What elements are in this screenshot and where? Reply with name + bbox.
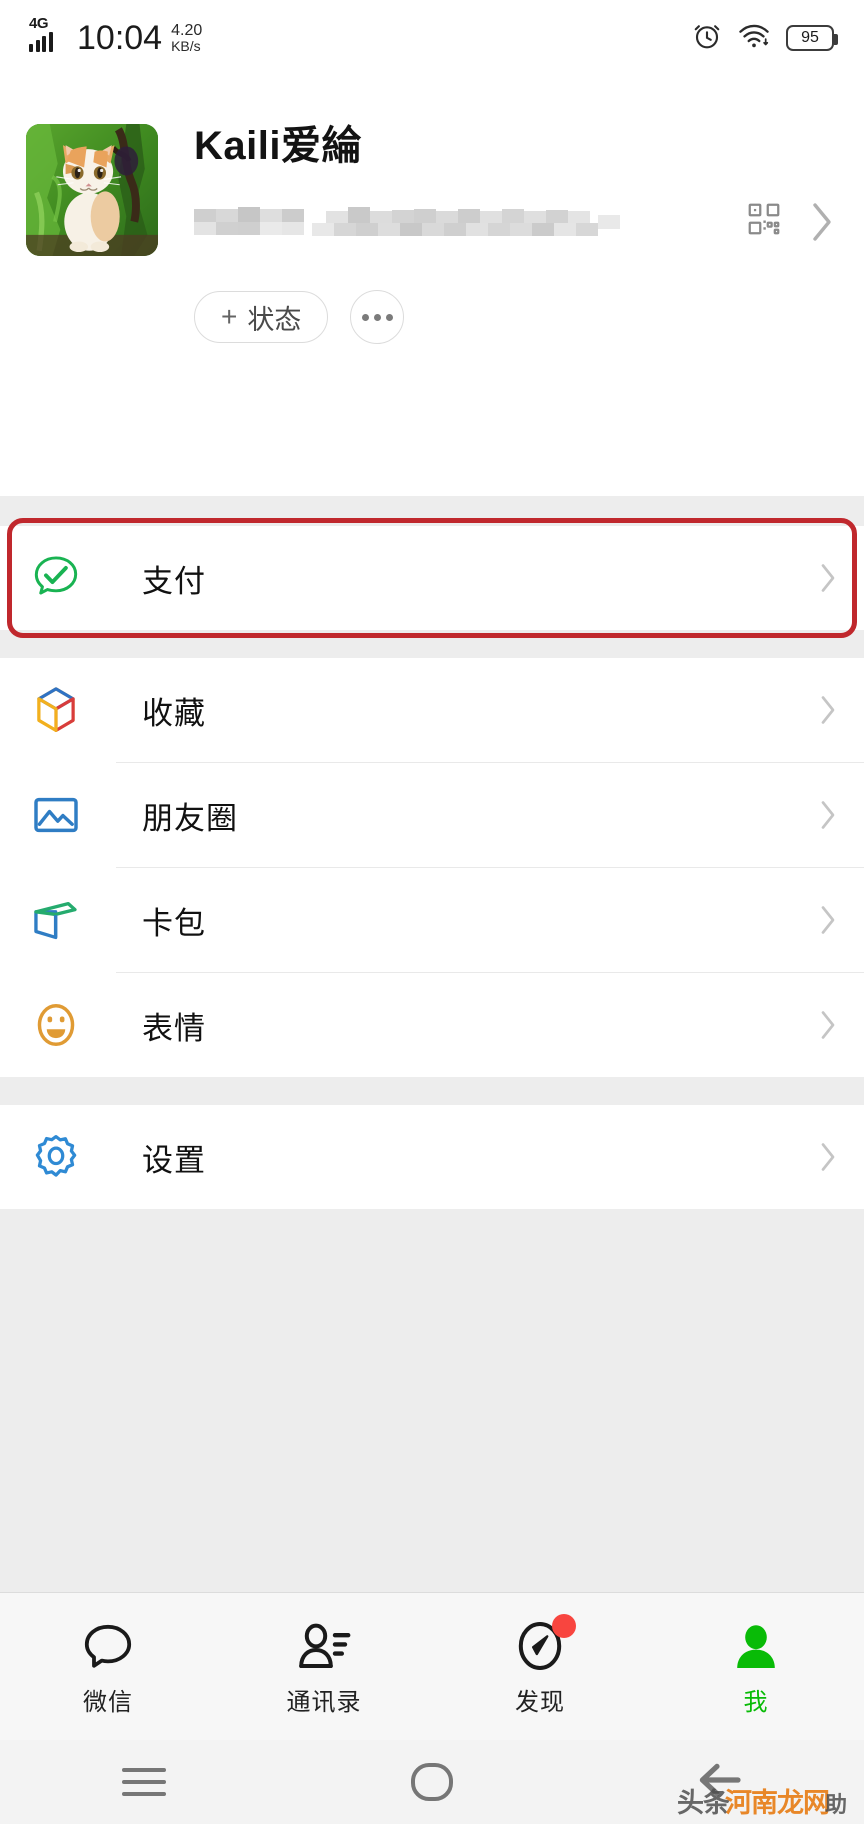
- watermark-part3: 助: [824, 1792, 847, 1817]
- contacts-icon: [296, 1616, 352, 1672]
- nav-home-button[interactable]: [372, 1763, 492, 1801]
- bottom-tab-bar: 微信 通讯录 发现 我: [0, 1592, 864, 1740]
- cards-wallet-icon: [26, 895, 86, 945]
- moments-photo-icon: [26, 790, 86, 840]
- tab-me-label: 我: [743, 1689, 769, 1716]
- menu-item-pay-label: 支付: [142, 563, 206, 599]
- chevron-right-icon: [814, 903, 838, 937]
- tab-contacts-label: 通讯录: [286, 1689, 362, 1716]
- chevron-right-icon[interactable]: [808, 200, 838, 244]
- menu-item-favorites-label: 收藏: [142, 695, 206, 731]
- qrcode-icon[interactable]: [746, 201, 782, 242]
- wechat-pay-icon: [26, 552, 86, 604]
- chevron-right-icon: [814, 693, 838, 727]
- tab-discover[interactable]: 发现: [432, 1614, 648, 1717]
- status-button-label: 状态: [247, 304, 302, 335]
- battery-icon: 95: [786, 25, 838, 51]
- menu-group-settings: 设置: [0, 1105, 864, 1209]
- watermark-part1: 头条: [676, 1788, 730, 1818]
- profile-row: Kaili爱綸: [26, 124, 838, 256]
- status-bar-left: 4G 10:04 4.20 KB/s: [28, 15, 203, 58]
- menu-lines-icon: [122, 1768, 166, 1796]
- stickers-smiley-icon: [26, 1000, 86, 1050]
- profile-person-icon: [730, 1616, 782, 1672]
- phone-screen: 4G 10:04 4.20 KB/s 95 Kaili爱綸 + 状态 支付 收藏…: [0, 0, 864, 1824]
- network-type-label: 4G: [29, 15, 49, 32]
- chevron-right-icon: [814, 1140, 838, 1174]
- menu-item-cards-label: 卡包: [142, 905, 206, 941]
- tab-discover-label: 发现: [515, 1689, 565, 1716]
- menu-item-cards[interactable]: 卡包: [0, 868, 864, 972]
- menu-item-settings[interactable]: 设置: [0, 1105, 864, 1209]
- menu-item-moments[interactable]: 朋友圈: [0, 763, 864, 867]
- section-gap-3: [0, 1077, 864, 1105]
- signal-bars-icon: 4G: [28, 15, 68, 58]
- tab-chats[interactable]: 微信: [0, 1616, 216, 1717]
- profile-action-row: + 状态: [194, 290, 838, 344]
- profile-header[interactable]: Kaili爱綸 + 状态: [0, 76, 864, 496]
- empty-space: [0, 1209, 864, 1592]
- dot-2: [373, 313, 381, 321]
- menu-group-payment: 支付: [0, 518, 864, 638]
- profile-name: Kaili爱綸: [194, 124, 362, 168]
- wechat-id-masked: [194, 206, 740, 238]
- chevron-right-icon: [814, 1008, 838, 1042]
- battery-level-label: 95: [801, 29, 819, 46]
- chevron-right-icon: [814, 561, 838, 595]
- section-gap-1: [0, 496, 864, 526]
- plus-icon: +: [221, 301, 238, 332]
- status-bar: 4G 10:04 4.20 KB/s 95: [0, 0, 864, 76]
- section-gap-2: [0, 630, 864, 658]
- tab-me[interactable]: 我: [648, 1616, 864, 1717]
- site-watermark: 头条 河南龙网 助: [676, 1781, 847, 1820]
- menu-item-stickers-label: 表情: [142, 1010, 206, 1046]
- android-nav-bar: 头条 河南龙网 助: [0, 1740, 864, 1824]
- profile-info: Kaili爱綸: [194, 124, 838, 241]
- clock-label: 10:04: [77, 19, 163, 57]
- tab-contacts[interactable]: 通讯录: [216, 1616, 432, 1717]
- discover-badge-dot: [552, 1614, 576, 1638]
- avatar-cat-photo: [26, 124, 158, 256]
- watermark-part2: 河南龙网: [724, 1788, 830, 1818]
- menu-group-main: 收藏 朋友圈 卡包 表情: [0, 658, 864, 1077]
- menu-item-favorites[interactable]: 收藏: [0, 658, 864, 762]
- dot-3: [385, 313, 393, 321]
- dot-1: [361, 313, 369, 321]
- settings-gear-icon: [26, 1132, 86, 1182]
- mosaic-blur: [194, 206, 620, 236]
- home-circle-icon: [411, 1763, 453, 1801]
- tab-chats-label: 微信: [83, 1689, 133, 1716]
- wechat-id-row[interactable]: [194, 203, 838, 241]
- more-options-button[interactable]: [350, 290, 405, 344]
- discover-compass-icon: [514, 1614, 576, 1672]
- nav-recents-button[interactable]: [84, 1768, 204, 1796]
- wifi-icon: [738, 21, 770, 56]
- chevron-right-icon: [814, 798, 838, 832]
- menu-item-stickers[interactable]: 表情: [0, 973, 864, 1077]
- chat-bubble-icon: [82, 1616, 134, 1672]
- speed-unit: KB/s: [171, 38, 201, 55]
- menu-item-pay[interactable]: 支付: [0, 526, 864, 630]
- menu-item-moments-label: 朋友圈: [142, 800, 238, 836]
- status-button[interactable]: + 状态: [194, 291, 329, 343]
- status-bar-right: 95: [692, 21, 838, 56]
- alarm-clock-icon: [692, 21, 722, 56]
- avatar[interactable]: [26, 124, 158, 256]
- favorites-cube-icon: [26, 684, 86, 736]
- network-speed: 4.20 KB/s: [171, 21, 203, 55]
- speed-value: 4.20: [171, 21, 203, 39]
- menu-item-settings-label: 设置: [142, 1142, 206, 1178]
